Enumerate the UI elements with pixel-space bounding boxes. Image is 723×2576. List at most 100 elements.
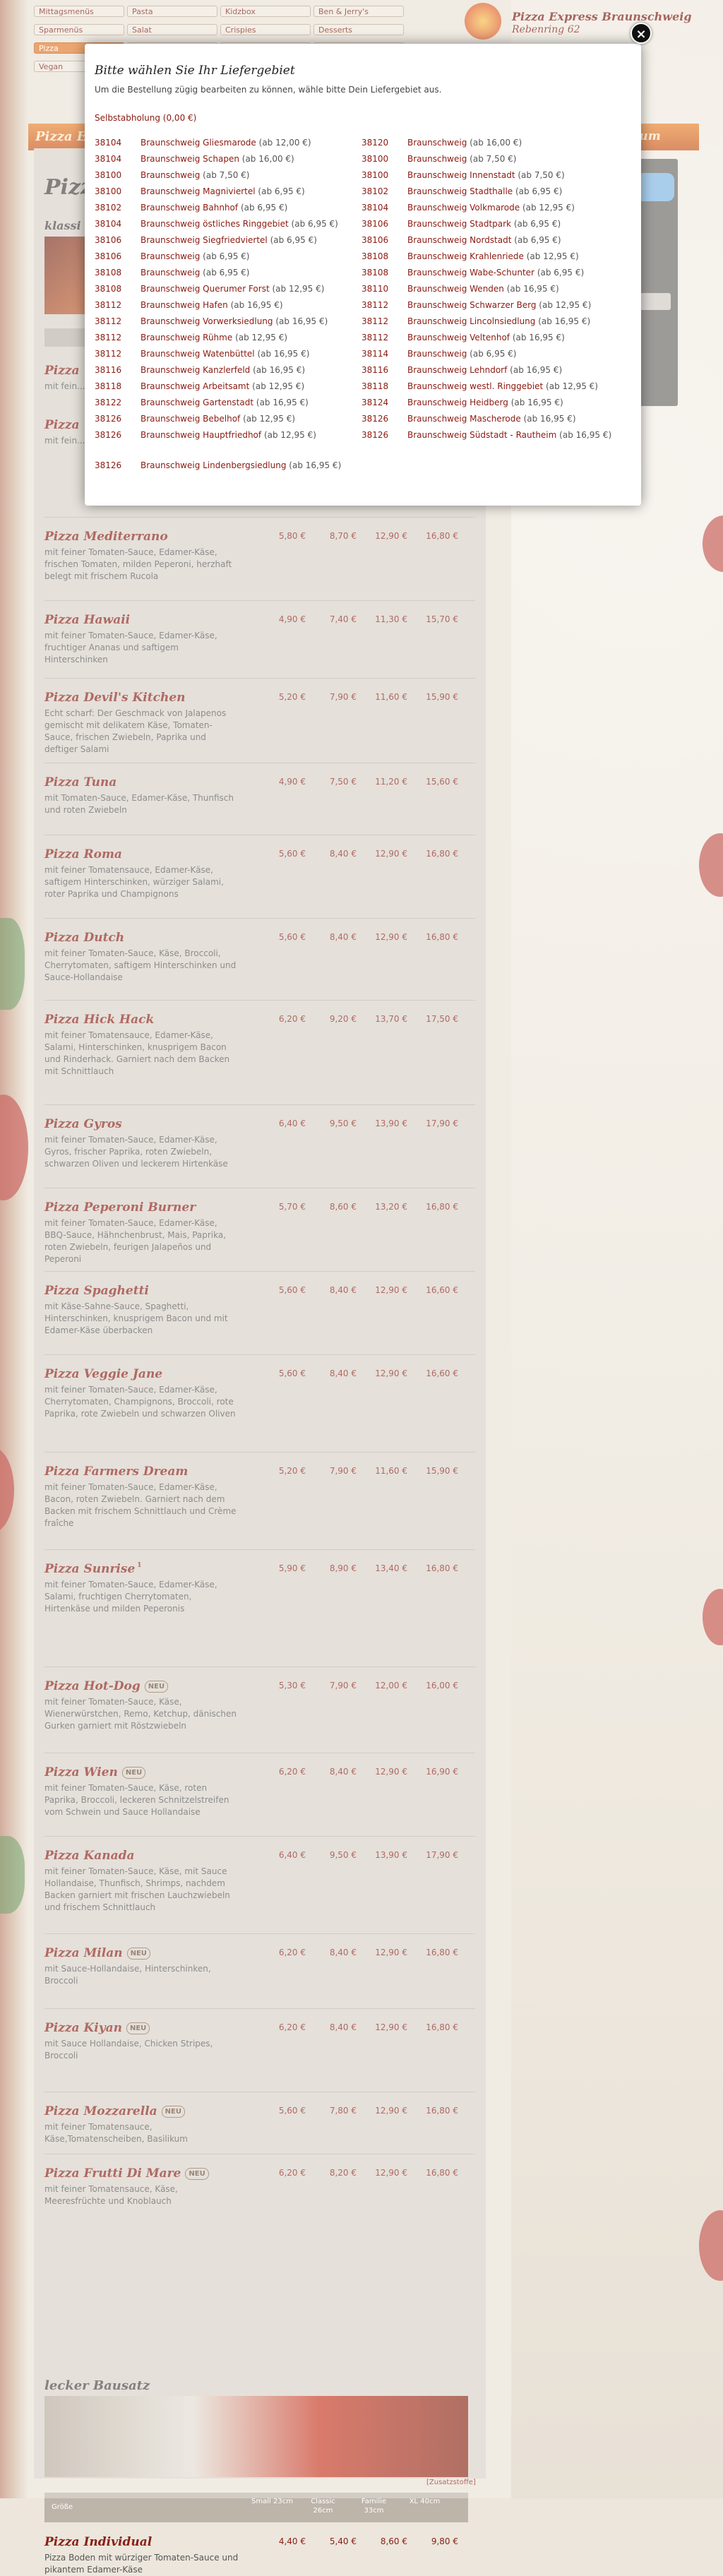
area-city: Braunschweig Stadtpark [407, 219, 511, 229]
area-name: Braunschweig (ab 6,95 €) [141, 251, 352, 262]
delivery-area-option[interactable]: 38100 Braunschweig Innenstadt (ab 7,50 €) [362, 169, 626, 181]
area-zip: 38126 [362, 430, 389, 440]
area-zip: 38118 [95, 381, 122, 391]
delivery-area-option[interactable]: 38104 Braunschweig Volkmarode (ab 12,95 €… [362, 202, 626, 213]
area-city: Braunschweig [141, 170, 201, 180]
area-zip: 38126 [95, 414, 122, 424]
area-name: Braunschweig Lincolnsiedlung (ab 16,95 €… [407, 316, 619, 327]
area-minimum-order: (ab 7,50 €) [518, 170, 565, 180]
delivery-area-option[interactable]: 38108 Braunschweig Krahlenriede (ab 12,95… [362, 251, 626, 262]
area-name: Braunschweig Hauptfriedhof (ab 12,95 €) [141, 429, 352, 441]
delivery-area-option[interactable]: 38106 Braunschweig (ab 6,95 €) [95, 251, 359, 262]
area-zip: 38112 [362, 316, 389, 326]
area-name: Braunschweig Watenbüttel (ab 16,95 €) [141, 348, 352, 359]
area-zip: 38116 [95, 365, 122, 375]
pickup-option[interactable]: Selbstabholung (0,00 €) [95, 113, 196, 123]
area-zip: 38102 [95, 203, 122, 213]
area-zip: 38108 [95, 284, 122, 294]
delivery-area-option[interactable]: 38106 Braunschweig Stadtpark (ab 6,95 €) [362, 218, 626, 229]
delivery-area-option[interactable]: 38102 Braunschweig Bahnhof (ab 6,95 €) [95, 202, 359, 213]
delivery-area-option[interactable]: 38126 Braunschweig Hauptfriedhof (ab 12,9… [95, 429, 359, 441]
delivery-area-option[interactable]: 38104 Braunschweig östliches Ringgebiet (… [95, 218, 359, 229]
area-minimum-order: (ab 6,95 €) [203, 268, 250, 278]
delivery-area-option[interactable]: 38104 Braunschweig Gliesmarode (ab 12,00 … [95, 137, 359, 148]
close-icon[interactable]: × [631, 23, 652, 44]
delivery-area-option[interactable]: 38114 Braunschweig (ab 6,95 €) [362, 348, 626, 359]
area-minimum-order: (ab 16,95 €) [510, 398, 563, 407]
area-city: Braunschweig Lindenbergsiedlung [141, 460, 287, 470]
delivery-area-option[interactable]: 38112 Braunschweig Hafen (ab 16,95 €) [95, 299, 359, 311]
area-name: Braunschweig Innenstadt (ab 7,50 €) [407, 169, 619, 181]
price-small[interactable]: 4,40 € [256, 2536, 306, 2546]
column-header: Classic 26cm [311, 2498, 335, 2515]
area-city: Braunschweig Gliesmarode [141, 138, 256, 148]
area-minimum-order: (ab 12,95 €) [263, 430, 316, 440]
area-zip: 38126 [95, 460, 122, 470]
delivery-area-option[interactable]: 38126 Braunschweig Bebelhof (ab 12,95 €) [95, 413, 359, 424]
delivery-area-option[interactable]: 38100 Braunschweig (ab 7,50 €) [95, 169, 359, 181]
area-zip: 38106 [362, 235, 389, 245]
area-city: Braunschweig Kanzlerfeld [141, 365, 251, 375]
delivery-area-option[interactable]: 38112 Braunschweig Vorwerksiedlung (ab 16… [95, 316, 359, 327]
delivery-area-option[interactable]: 38108 Braunschweig (ab 6,95 €) [95, 267, 359, 278]
area-name: Braunschweig Schapen (ab 16,00 €) [141, 153, 352, 165]
area-zip: 38112 [95, 316, 122, 326]
delivery-area-option[interactable]: 38116 Braunschweig Kanzlerfeld (ab 16,95 … [95, 364, 359, 376]
delivery-area-option[interactable]: 38126 Braunschweig Mascherode (ab 16,95 €… [362, 413, 626, 424]
delivery-area-option[interactable]: 38112 Braunschweig Lincolnsiedlung (ab 16… [362, 316, 626, 327]
delivery-area-option[interactable]: 38112 Braunschweig Veltenhof (ab 16,95 €) [362, 332, 626, 343]
area-city: Braunschweig Wabe-Schunter [407, 268, 534, 278]
area-minimum-order: (ab 12,95 €) [252, 381, 305, 391]
delivery-area-dialog: Bitte wählen Sie Ihr Liefergebiet Um die… [85, 44, 641, 506]
delivery-area-option[interactable]: 38120 Braunschweig (ab 16,00 €) [362, 137, 626, 148]
area-zip: 38126 [95, 430, 122, 440]
delivery-area-option[interactable]: 38112 Braunschweig Watenbüttel (ab 16,95 … [95, 348, 359, 359]
area-zip: 38104 [95, 219, 122, 229]
area-minimum-order: (ab 6,95 €) [514, 235, 561, 245]
area-city: Braunschweig Bebelhof [141, 414, 241, 424]
price-familie[interactable]: 8,60 € [358, 2536, 407, 2546]
delivery-area-option[interactable]: 38100 Braunschweig (ab 7,50 €) [362, 153, 626, 165]
delivery-area-option[interactable]: 38122 Braunschweig Gartenstadt (ab 16,95 … [95, 397, 359, 408]
area-minimum-order: (ab 6,95 €) [515, 186, 563, 196]
area-zip: 38118 [362, 381, 389, 391]
delivery-area-option[interactable]: 38110 Braunschweig Wenden (ab 16,95 €) [362, 283, 626, 294]
area-zip: 38120 [362, 138, 389, 148]
area-name: Braunschweig (ab 7,50 €) [407, 153, 619, 165]
delivery-area-option[interactable]: 38108 Braunschweig Querumer Forst (ab 12,… [95, 283, 359, 294]
area-city: Braunschweig Watenbüttel [141, 349, 255, 359]
area-zip: 38108 [362, 268, 389, 278]
item-name[interactable]: Pizza Individual [44, 2535, 152, 2549]
delivery-area-option[interactable]: 38106 Braunschweig Nordstadt (ab 6,95 €) [362, 234, 626, 246]
delivery-area-option[interactable]: 38108 Braunschweig Wabe-Schunter (ab 6,95… [362, 267, 626, 278]
area-name: Braunschweig Nordstadt (ab 6,95 €) [407, 234, 619, 246]
area-name: Braunschweig (ab 6,95 €) [141, 267, 352, 278]
delivery-area-option[interactable]: 38100 Braunschweig Magniviertel (ab 6,95 … [95, 186, 359, 197]
delivery-area-option[interactable]: 38126 Braunschweig Südstadt - Rautheim (a… [362, 429, 626, 441]
delivery-area-option[interactable]: 38118 Braunschweig westl. Ringgebiet (ab … [362, 381, 626, 392]
price-xl[interactable]: 9,80 € [409, 2536, 458, 2546]
delivery-area-option[interactable]: 38116 Braunschweig Lehndorf (ab 16,95 €) [362, 364, 626, 376]
delivery-area-option[interactable]: 38112 Braunschweig Rühme (ab 12,95 €) [95, 332, 359, 343]
area-zip: 38116 [362, 365, 389, 375]
delivery-area-option[interactable]: 38112 Braunschweig Schwarzer Berg (ab 12,… [362, 299, 626, 311]
delivery-area-option[interactable]: 38124 Braunschweig Heidberg (ab 16,95 €) [362, 397, 626, 408]
area-city: Braunschweig Nordstadt [407, 235, 512, 245]
area-name: Braunschweig Bahnhof (ab 6,95 €) [141, 202, 352, 213]
area-minimum-order: (ab 16,95 €) [275, 316, 328, 326]
delivery-area-option[interactable]: 38104 Braunschweig Schapen (ab 16,00 €) [95, 153, 359, 165]
column-header: Familie 33cm [361, 2498, 387, 2515]
area-name: Braunschweig Lindenbergsiedlung (ab 16,9… [141, 460, 352, 471]
area-name: Braunschweig (ab 6,95 €) [407, 348, 619, 359]
area-name: Braunschweig Volkmarode (ab 12,95 €) [407, 202, 619, 213]
delivery-area-option[interactable]: 38102 Braunschweig Stadthalle (ab 6,95 €) [362, 186, 626, 197]
delivery-area-option[interactable]: 38106 Braunschweig Siegfriedviertel (ab 6… [95, 234, 359, 246]
delivery-area-option[interactable]: 38118 Braunschweig Arbeitsamt (ab 12,95 €… [95, 381, 359, 392]
delivery-area-option[interactable]: 38126 Braunschweig Lindenbergsiedlung (ab… [95, 460, 359, 471]
area-minimum-order: (ab 16,95 €) [523, 414, 576, 424]
area-minimum-order: (ab 16,95 €) [257, 349, 310, 359]
area-minimum-order: (ab 7,50 €) [203, 170, 250, 180]
price-classic[interactable]: 5,40 € [307, 2536, 357, 2546]
area-name: Braunschweig Stadthalle (ab 6,95 €) [407, 186, 619, 197]
area-name: Braunschweig Hafen (ab 16,95 €) [141, 299, 352, 311]
